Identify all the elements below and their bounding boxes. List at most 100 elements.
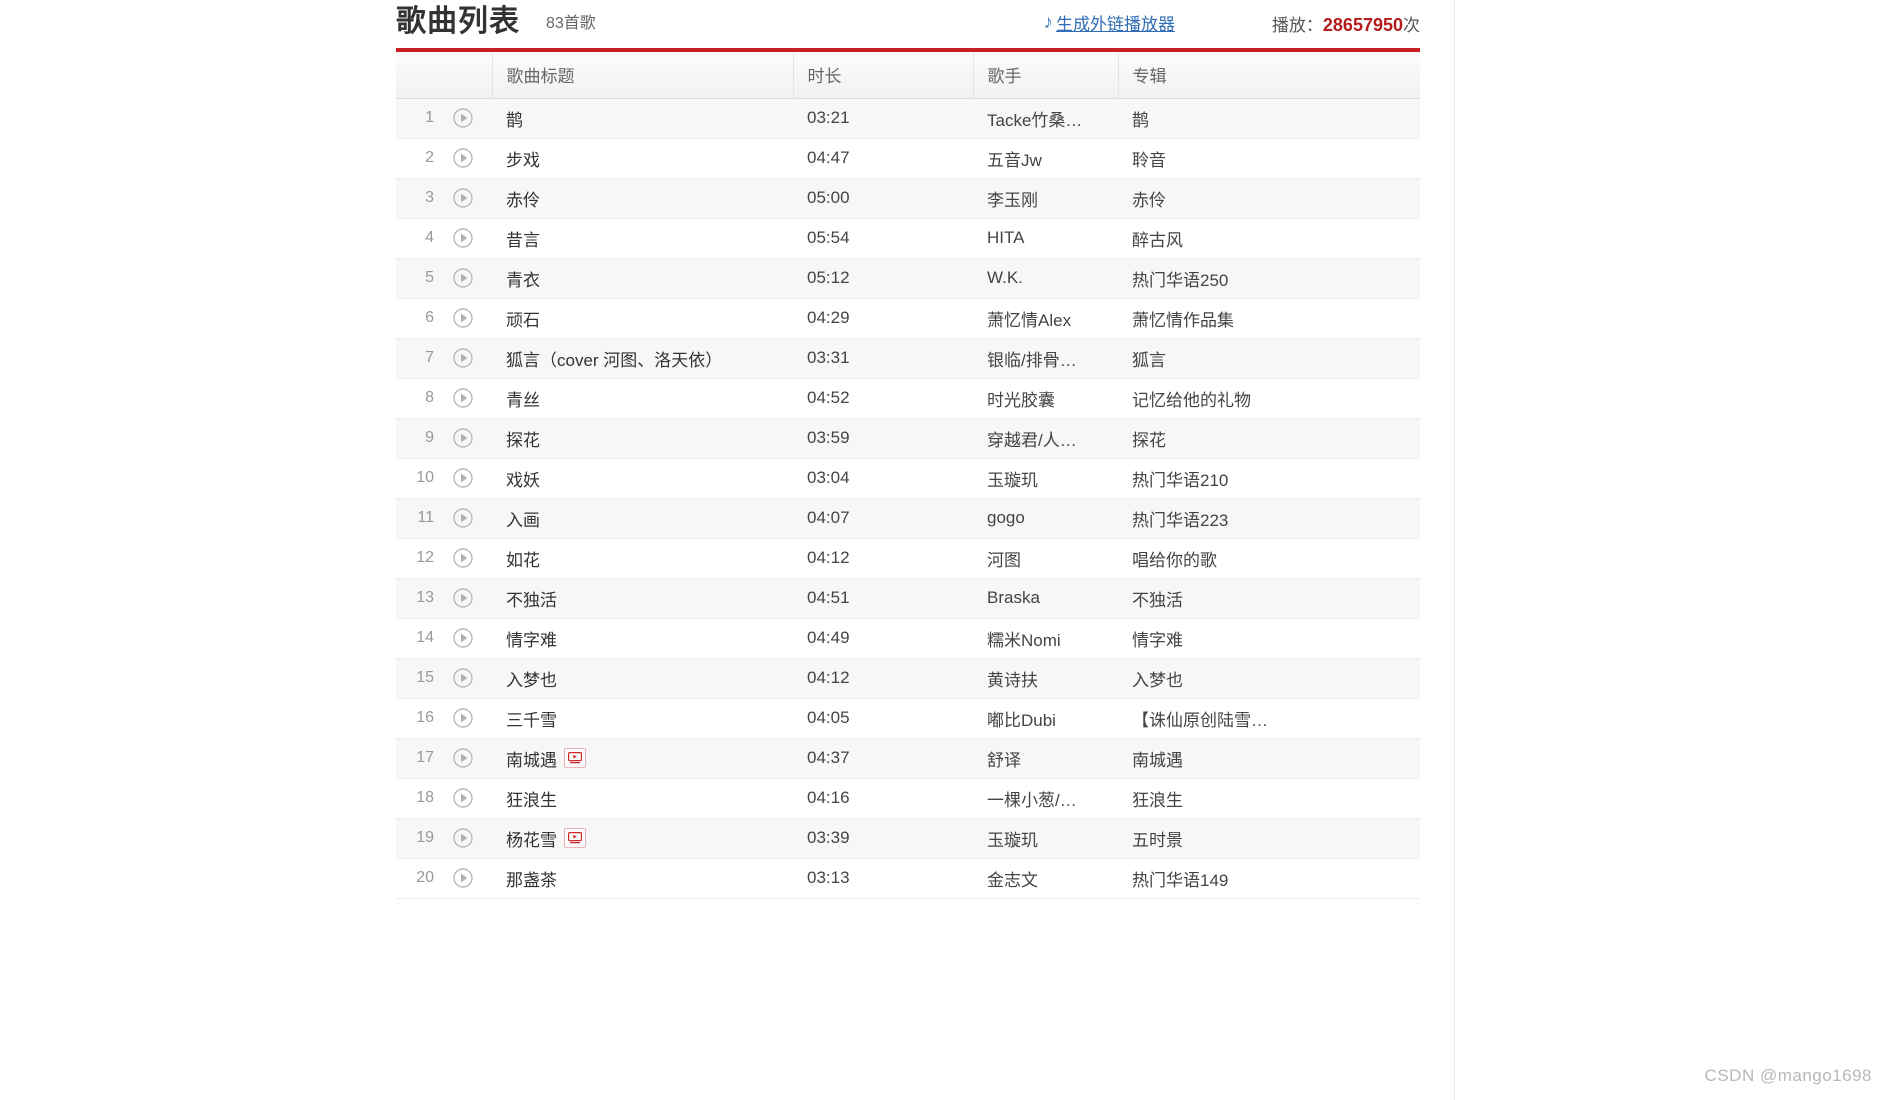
generate-external-player-link[interactable]: 生成外链播放器	[1056, 10, 1175, 35]
song-artist[interactable]: 银临/排骨…	[973, 338, 1118, 379]
play-icon[interactable]	[453, 268, 473, 288]
song-title[interactable]: 顽石	[506, 306, 540, 331]
song-album[interactable]: 入梦也	[1118, 658, 1420, 699]
play-icon[interactable]	[453, 668, 473, 688]
external-player-link-group[interactable]: ♪ 生成外链播放器	[1044, 10, 1176, 35]
song-artist[interactable]: 玉璇玑	[973, 818, 1118, 859]
song-album[interactable]: 热门华语250	[1118, 258, 1420, 299]
column-header-artist[interactable]: 歌手	[973, 50, 1119, 99]
song-title[interactable]: 不独活	[506, 586, 557, 611]
song-artist[interactable]: 玉璇玑	[973, 458, 1118, 499]
song-title[interactable]: 步戏	[506, 146, 540, 171]
song-title[interactable]: 昔言	[506, 226, 540, 251]
song-title[interactable]: 探花	[506, 426, 540, 451]
table-row[interactable]: 3 赤伶 05:00 李玉刚 赤伶	[396, 178, 1420, 219]
song-album[interactable]: 狂浪生	[1118, 778, 1420, 819]
play-icon[interactable]	[453, 868, 473, 888]
song-album[interactable]: 记忆给他的礼物	[1118, 378, 1420, 419]
song-artist[interactable]: 穿越君/人…	[973, 418, 1118, 459]
table-row[interactable]: 18 狂浪生 04:16 一棵小葱/… 狂浪生	[396, 778, 1420, 819]
table-row[interactable]: 17 南城遇 04:37 舒译 南城遇	[396, 738, 1420, 779]
table-row[interactable]: 19 杨花雪 03:39 玉璇玑 五时景	[396, 818, 1420, 859]
mv-video-icon[interactable]	[564, 828, 586, 848]
song-artist[interactable]: 李玉刚	[973, 178, 1118, 219]
song-album[interactable]: 热门华语149	[1118, 858, 1420, 899]
table-row[interactable]: 14 情字难 04:49 糯米Nomi 情字难	[396, 618, 1420, 659]
table-row[interactable]: 10 戏妖 03:04 玉璇玑 热门华语210	[396, 458, 1420, 499]
song-title[interactable]: 狂浪生	[506, 786, 557, 811]
song-album[interactable]: 五时景	[1118, 818, 1420, 859]
song-album[interactable]: 不独活	[1118, 578, 1420, 619]
play-icon[interactable]	[453, 748, 473, 768]
table-row[interactable]: 5 青衣 05:12 W.K. 热门华语250	[396, 258, 1420, 299]
song-artist[interactable]: 黄诗扶	[973, 658, 1118, 699]
song-title[interactable]: 情字难	[506, 626, 557, 651]
song-title[interactable]: 南城遇	[506, 746, 557, 771]
song-album[interactable]: 狐言	[1118, 338, 1420, 379]
song-album[interactable]: 赤伶	[1118, 178, 1420, 219]
song-album[interactable]: 唱给你的歌	[1118, 538, 1420, 579]
mv-video-icon[interactable]	[564, 748, 586, 768]
song-album[interactable]: 热门华语223	[1118, 498, 1420, 539]
song-artist[interactable]: 河图	[973, 538, 1118, 579]
column-header-duration[interactable]: 时长	[793, 50, 974, 99]
song-album[interactable]: 醉古风	[1118, 218, 1420, 259]
play-icon[interactable]	[453, 588, 473, 608]
song-artist[interactable]: 时光胶囊	[973, 378, 1118, 419]
song-album[interactable]: 萧忆情作品集	[1118, 298, 1420, 339]
song-title[interactable]: 戏妖	[506, 466, 540, 491]
song-title[interactable]: 青丝	[506, 386, 540, 411]
column-header-index[interactable]	[396, 50, 493, 99]
song-album[interactable]: 情字难	[1118, 618, 1420, 659]
table-row[interactable]: 13 不独活 04:51 Braska 不独活	[396, 578, 1420, 619]
play-icon[interactable]	[453, 468, 473, 488]
column-header-album[interactable]: 专辑	[1118, 50, 1420, 99]
table-row[interactable]: 9 探花 03:59 穿越君/人… 探花	[396, 418, 1420, 459]
table-row[interactable]: 11 入画 04:07 gogo 热门华语223	[396, 498, 1420, 539]
song-artist[interactable]: Tacke竹桑…	[973, 98, 1118, 139]
table-row[interactable]: 8 青丝 04:52 时光胶囊 记忆给他的礼物	[396, 378, 1420, 419]
play-icon[interactable]	[453, 548, 473, 568]
song-artist[interactable]: 一棵小葱/…	[973, 778, 1118, 819]
table-row[interactable]: 12 如花 04:12 河图 唱给你的歌	[396, 538, 1420, 579]
play-icon[interactable]	[453, 428, 473, 448]
table-row[interactable]: 6 顽石 04:29 萧忆情Alex 萧忆情作品集	[396, 298, 1420, 339]
song-album[interactable]: 南城遇	[1118, 738, 1420, 779]
song-album[interactable]: 鹊	[1118, 98, 1420, 139]
play-icon[interactable]	[453, 308, 473, 328]
song-title[interactable]: 青衣	[506, 266, 540, 291]
song-title[interactable]: 狐言（cover 河图、洛天依）	[506, 346, 722, 371]
play-icon[interactable]	[453, 628, 473, 648]
table-row[interactable]: 4 昔言 05:54 HITA 醉古风	[396, 218, 1420, 259]
song-title[interactable]: 赤伶	[506, 186, 540, 211]
song-title[interactable]: 如花	[506, 546, 540, 571]
song-title[interactable]: 那盏茶	[506, 866, 557, 891]
play-icon[interactable]	[453, 188, 473, 208]
song-album[interactable]: 探花	[1118, 418, 1420, 459]
song-artist[interactable]: 嘟比Dubi	[973, 698, 1118, 739]
table-row[interactable]: 20 那盏茶 03:13 金志文 热门华语149	[396, 858, 1420, 899]
play-icon[interactable]	[453, 708, 473, 728]
song-title[interactable]: 鹊	[506, 106, 523, 131]
table-row[interactable]: 16 三千雪 04:05 嘟比Dubi 【诛仙原创陆雪…	[396, 698, 1420, 739]
song-title[interactable]: 杨花雪	[506, 826, 557, 851]
song-artist[interactable]: gogo	[973, 498, 1118, 539]
song-album[interactable]: 【诛仙原创陆雪…	[1118, 698, 1420, 739]
table-row[interactable]: 1 鹊 03:21 Tacke竹桑… 鹊	[396, 98, 1420, 139]
play-icon[interactable]	[453, 228, 473, 248]
table-row[interactable]: 2 步戏 04:47 五音Jw 聆音	[396, 138, 1420, 179]
play-icon[interactable]	[453, 348, 473, 368]
play-icon[interactable]	[453, 788, 473, 808]
play-icon[interactable]	[453, 828, 473, 848]
play-icon[interactable]	[453, 508, 473, 528]
song-artist[interactable]: 萧忆情Alex	[973, 298, 1118, 339]
song-artist[interactable]: W.K.	[973, 258, 1118, 299]
column-header-title[interactable]: 歌曲标题	[492, 50, 794, 99]
song-title[interactable]: 三千雪	[506, 706, 557, 731]
song-artist[interactable]: 金志文	[973, 858, 1118, 899]
song-artist[interactable]: 舒译	[973, 738, 1118, 779]
song-title[interactable]: 入梦也	[506, 666, 557, 691]
play-icon[interactable]	[453, 108, 473, 128]
song-artist[interactable]: 糯米Nomi	[973, 618, 1118, 659]
song-album[interactable]: 聆音	[1118, 138, 1420, 179]
